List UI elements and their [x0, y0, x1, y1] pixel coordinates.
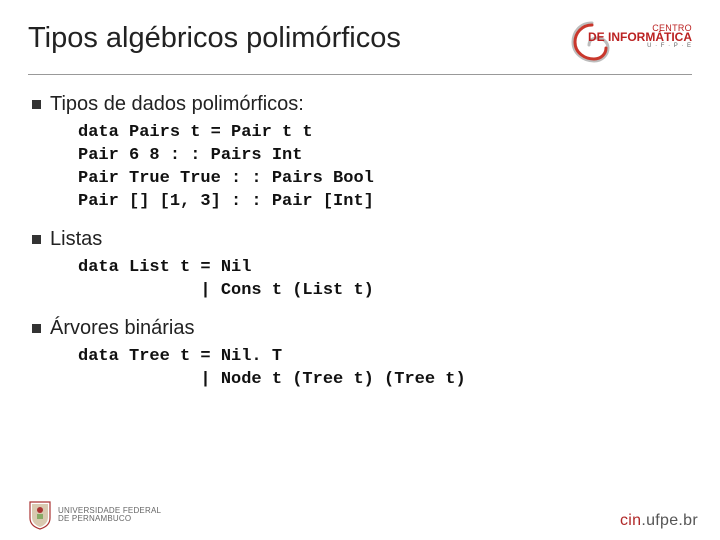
- logo-line3: U · F · P · E: [588, 44, 692, 49]
- code-block: data Tree t = Nil. T | Node t (Tree t) (…: [78, 346, 692, 392]
- url-suffix: .ufpe.br: [641, 512, 698, 529]
- code-block: data Pairs t = Pair t t Pair 6 8 : : Pai…: [78, 122, 692, 214]
- bullet-icon: [32, 235, 41, 244]
- ufpe-logo: UNIVERSIDADE FEDERAL DE PERNAMBUCO: [28, 500, 161, 530]
- shield-icon: [28, 500, 52, 530]
- url-prefix: cin: [620, 512, 641, 529]
- section-heading: Árvores binárias: [50, 317, 195, 340]
- bullet-icon: [32, 100, 41, 109]
- footer-url: cin.ufpe.br: [620, 512, 698, 530]
- code-block: data List t = Nil | Cons t (List t): [78, 257, 692, 303]
- divider: [28, 74, 692, 75]
- bullet-icon: [32, 324, 41, 333]
- slide-title: Tipos algébricos polimórficos: [28, 18, 401, 55]
- ufpe-line2: DE PERNAMBUCO: [58, 515, 161, 523]
- section-heading: Listas: [50, 228, 102, 251]
- section-heading: Tipos de dados polimórficos:: [50, 93, 304, 116]
- logo-line2: DE INFORMÁTICA: [588, 32, 692, 43]
- cin-logo: CENTRO DE INFORMÁTICA U · F · P · E: [562, 18, 692, 68]
